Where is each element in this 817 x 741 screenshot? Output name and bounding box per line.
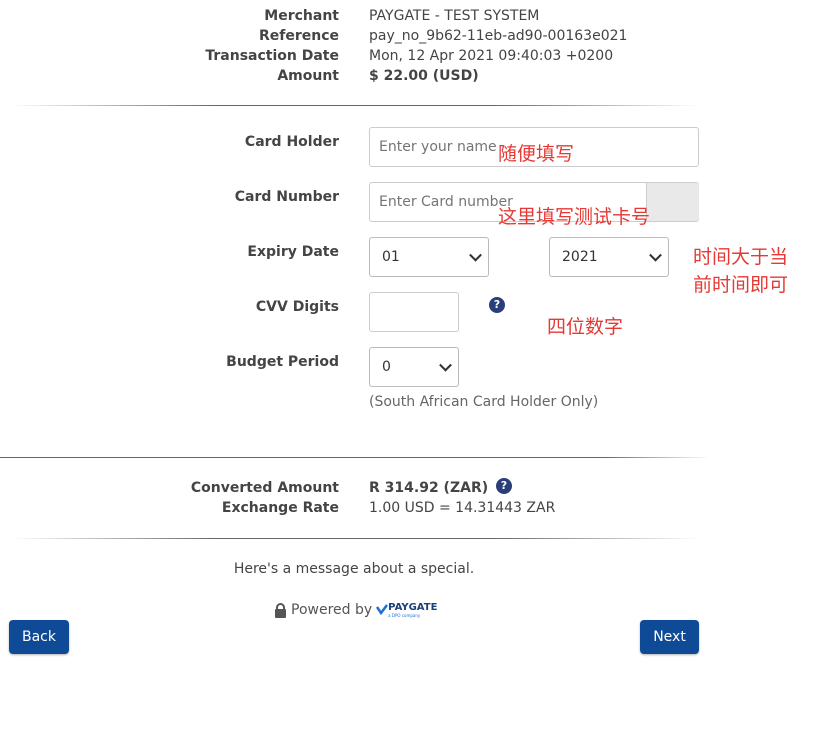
budget-note: (South African Card Holder Only) bbox=[369, 394, 599, 410]
cvv-label: CVV Digits bbox=[255, 299, 339, 315]
chevron-down-icon bbox=[649, 248, 662, 262]
card-holder-label: Card Holder bbox=[244, 134, 339, 150]
cvv-annotation: 四位数字 bbox=[547, 316, 624, 338]
divider-top bbox=[10, 105, 700, 106]
budget-period-value: 0 bbox=[382, 359, 391, 375]
converted-amount-value: R 314.92 (ZAR) bbox=[369, 480, 489, 496]
paygate-mark-icon bbox=[376, 604, 389, 616]
expiry-month-select[interactable]: 01 bbox=[369, 237, 489, 277]
card-number-label: Card Number bbox=[234, 189, 339, 205]
question-circle-icon[interactable]: ? bbox=[489, 297, 505, 313]
amount-value: $ 22.00 (USD) bbox=[369, 68, 479, 84]
budget-period-select[interactable]: 0 bbox=[369, 347, 459, 387]
question-circle-icon[interactable]: ? bbox=[496, 478, 512, 494]
exchange-rate-label: Exchange Rate bbox=[221, 500, 339, 516]
merchant-value: PAYGATE - TEST SYSTEM bbox=[369, 8, 540, 24]
chevron-down-icon bbox=[469, 248, 482, 262]
expiry-annotation-line2: 前时间即可 bbox=[693, 274, 789, 296]
expiry-year-select[interactable]: 2021 bbox=[549, 237, 669, 277]
reference-label: Reference bbox=[258, 28, 339, 44]
paygate-logo: PAYGATE a DPO company bbox=[376, 601, 438, 618]
reference-value: pay_no_9b62-11eb-ad90-00163e021 bbox=[369, 28, 628, 44]
merchant-label: Merchant bbox=[264, 8, 339, 24]
divider-middle bbox=[0, 457, 710, 458]
exchange-rate-value: 1.00 USD = 14.31443 ZAR bbox=[369, 500, 556, 516]
back-button[interactable]: Back bbox=[9, 620, 69, 654]
expiry-annotation-line1: 时间大于当 bbox=[693, 246, 789, 268]
special-message: Here's a message about a special. bbox=[233, 561, 475, 577]
paygate-brand: PAYGATE bbox=[388, 601, 438, 613]
card-holder-annotation: 随便填写 bbox=[498, 143, 575, 165]
card-type-indicator bbox=[646, 183, 699, 221]
transaction-date-value: Mon, 12 Apr 2021 09:40:03 +0200 bbox=[369, 48, 614, 64]
amount-label: Amount bbox=[277, 68, 339, 84]
transaction-date-label: Transaction Date bbox=[205, 48, 339, 64]
divider-bottom bbox=[10, 538, 700, 539]
expiry-year-value: 2021 bbox=[562, 249, 598, 265]
next-button[interactable]: Next bbox=[640, 620, 699, 654]
chevron-down-icon bbox=[439, 358, 452, 372]
paygate-brand-sub: a DPO company bbox=[388, 612, 421, 618]
card-number-annotation: 这里填写测试卡号 bbox=[498, 206, 651, 228]
powered-by-label: Powered by bbox=[291, 602, 373, 618]
lock-icon bbox=[275, 602, 286, 618]
expiry-month-value: 01 bbox=[382, 249, 400, 265]
converted-amount-label: Converted Amount bbox=[190, 480, 339, 496]
powered-by: Powered by PAYGATE a DPO company bbox=[274, 601, 437, 619]
expiry-date-label: Expiry Date bbox=[247, 244, 339, 260]
cvv-input[interactable] bbox=[369, 292, 459, 332]
budget-period-label: Budget Period bbox=[226, 354, 339, 370]
